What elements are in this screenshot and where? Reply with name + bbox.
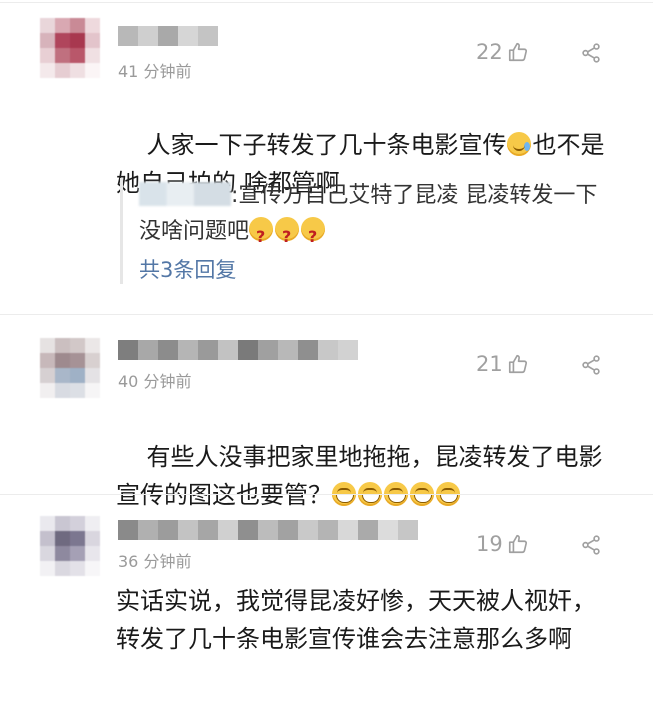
like-button[interactable]: 21 xyxy=(476,352,529,376)
avatar[interactable] xyxy=(40,18,100,78)
like-button[interactable]: 19 xyxy=(476,532,529,556)
share-icon[interactable] xyxy=(580,42,602,64)
like-count: 22 xyxy=(476,40,503,64)
reply-preview[interactable]: :宣传方自己艾特了昆凌 昆凌转发一下没啥问题吧 共3条回复 xyxy=(120,178,619,284)
comment-item: 41 分钟前 22 人家一下子转发了几十条电影宣传也不是她自己拍的 啥都管啊 :… xyxy=(0,0,653,310)
avatar[interactable] xyxy=(40,338,100,398)
comment-text-part: 人家一下子转发了几十条电影宣传 xyxy=(146,131,507,159)
username-blurred[interactable] xyxy=(118,520,418,540)
crying-face-icon xyxy=(506,132,531,156)
comment-time: 41 分钟前 xyxy=(118,62,192,81)
reply-text: :宣传方自己艾特了昆凌 昆凌转发一下没啥问题吧 xyxy=(139,178,619,255)
view-replies-link[interactable]: 共3条回复 xyxy=(139,254,619,284)
username-blurred[interactable] xyxy=(118,340,358,360)
thumbs-up-icon xyxy=(508,354,527,374)
comment-time: 36 分钟前 xyxy=(118,552,192,571)
share-icon[interactable] xyxy=(580,354,602,376)
reply-username-blurred xyxy=(139,182,231,206)
thinking-face-icon xyxy=(301,217,326,255)
like-count: 19 xyxy=(476,532,503,556)
thinking-face-icon xyxy=(275,217,300,255)
thumbs-up-icon xyxy=(508,534,527,554)
comment-item: 40 分钟前 21 有些人没事把家里地拖拖，昆凌转发了电影宣传的图这也要管？ xyxy=(0,314,653,509)
share-icon[interactable] xyxy=(580,534,602,556)
username-blurred[interactable] xyxy=(118,26,218,46)
comment-item: 36 分钟前 19 实话实说，我觉得昆凌好惨，天天被人视奸，转发了几十条电影宣传… xyxy=(0,494,653,709)
thumbs-up-icon xyxy=(508,42,527,62)
comment-text: 实话实说，我觉得昆凌好惨，天天被人视奸，转发了几十条电影宣传谁会去注意那么多啊 xyxy=(116,587,596,653)
thinking-face-icon xyxy=(249,217,274,255)
comment-time: 40 分钟前 xyxy=(118,372,192,391)
like-count: 21 xyxy=(476,352,503,376)
avatar[interactable] xyxy=(40,516,100,576)
like-button[interactable]: 22 xyxy=(476,40,529,64)
